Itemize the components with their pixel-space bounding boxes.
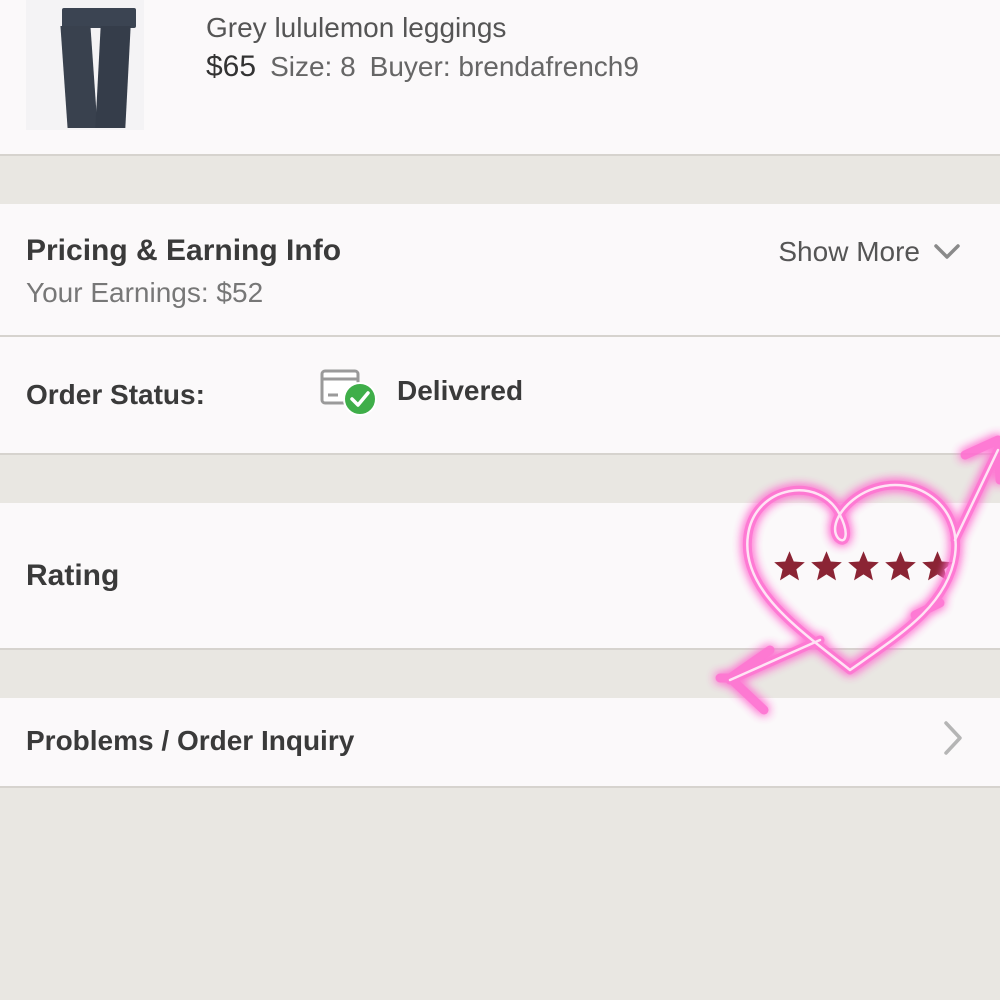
order-status-value: Delivered: [397, 375, 524, 406]
leggings-right-leg: [95, 26, 131, 128]
star-icon: [848, 551, 879, 581]
pricing-card: Pricing & Earning Info Your Earnings: $5…: [0, 204, 1000, 337]
product-card[interactable]: Grey lululemon leggings $65 Size: 8 Buyer:…: [0, 0, 1000, 156]
star-icon: [811, 551, 842, 581]
rating-card: Rating: [0, 503, 1000, 650]
problems-label: Problems / Order Inquiry: [26, 725, 355, 756]
show-more-label: Show More: [778, 236, 920, 267]
chevron-right-icon: [944, 721, 962, 755]
rating-stars: [772, 549, 955, 584]
problems-order-inquiry-row[interactable]: Problems / Order Inquiry: [0, 698, 1000, 788]
product-price: $65: [206, 50, 257, 83]
rating-label: Rating: [26, 559, 120, 592]
order-status-label: Order Status:: [26, 379, 205, 410]
product-title: Grey lululemon leggings: [206, 12, 507, 43]
leggings-left-leg: [60, 26, 98, 128]
star-icon: [885, 551, 916, 581]
product-meta: $65 Size: 8 Buyer: brendafrench9: [206, 50, 639, 84]
pricing-title: Pricing & Earning Info: [26, 234, 342, 267]
order-details-screen: Grey lululemon leggings $65 Size: 8 Buyer:…: [0, 0, 1000, 1000]
star-icon: [922, 551, 953, 581]
product-buyer: Buyer: brendafrench9: [369, 51, 639, 82]
show-more-button[interactable]: Show More: [778, 236, 960, 268]
leggings-waist: [62, 8, 136, 28]
package-delivered-icon: [320, 369, 377, 416]
product-size: Size: 8: [270, 51, 356, 82]
chevron-down-icon: [934, 244, 960, 259]
order-status-card: Order Status: Delivered: [0, 337, 1000, 455]
earnings-text: Your Earnings: $52: [26, 277, 264, 308]
product-thumbnail[interactable]: [26, 0, 144, 130]
star-icon: [774, 551, 805, 581]
